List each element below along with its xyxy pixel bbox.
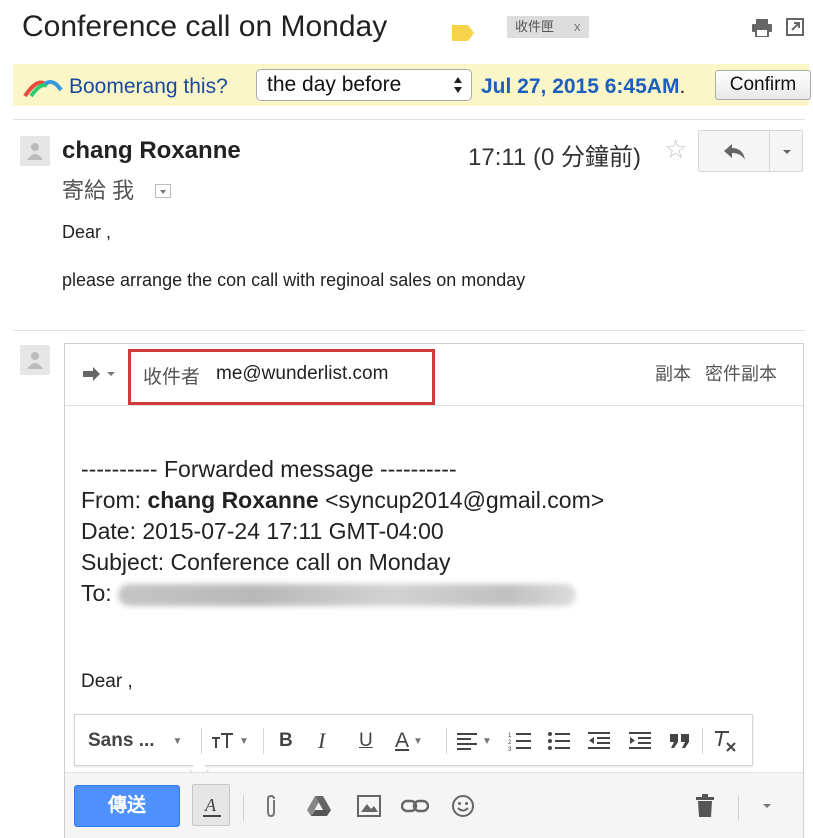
message-divider (13, 330, 805, 331)
toolbar-separator (243, 795, 244, 821)
drive-icon[interactable] (305, 793, 333, 819)
underline-icon[interactable]: U (359, 729, 373, 753)
forwarded-date: Date: 2015-07-24 17:11 GMT-04:00 (81, 518, 444, 544)
compose-box: 收件者 me@wunderlist.com 副本 密件副本 ----------… (64, 343, 804, 838)
boomerang-time-select[interactable]: the day before (256, 69, 472, 101)
new-window-icon[interactable] (786, 18, 804, 36)
boomerang-select-value: the day before (267, 73, 402, 96)
toolbar-separator (702, 728, 703, 754)
my-avatar (20, 345, 50, 375)
toolbar-separator (263, 728, 264, 754)
boomerang-logo-icon (23, 80, 63, 98)
reply-button[interactable] (698, 130, 770, 172)
message-body-line: Dear , (62, 222, 112, 242)
align-icon (457, 733, 477, 750)
trash-icon[interactable] (693, 793, 717, 819)
forwarded-header: ---------- Forwarded message ---------- (81, 456, 457, 482)
compose-recipients: 收件者 me@wunderlist.com 副本 密件副本 (65, 344, 803, 406)
label-icon[interactable] (452, 25, 474, 41)
forward-arrow-icon[interactable] (81, 364, 121, 384)
redacted-recipients (117, 583, 576, 606)
message-body-line: please arrange the con call with reginoa… (62, 270, 526, 290)
numbered-list-icon[interactable]: 123 (508, 729, 532, 753)
to-recipient[interactable]: me@wunderlist.com (216, 363, 388, 385)
inbox-label-chip: 收件匣 x (507, 16, 589, 38)
font-family-select[interactable]: Sans ... ▼ (88, 729, 182, 753)
boomerang-link[interactable]: Boomerang this? (69, 75, 228, 99)
compose-action-bar: 傳送 A (65, 772, 803, 838)
remove-formatting-icon[interactable] (713, 729, 737, 753)
formatting-toggle-icon: A (203, 795, 221, 817)
chevron-down-icon (763, 804, 771, 808)
email-subject: Conference call on Monday (22, 10, 388, 43)
person-icon (27, 352, 43, 369)
formatting-toggle-button[interactable]: A (192, 784, 230, 826)
boomerang-date-text: Jul 27, 2015 6:45AM (481, 75, 680, 98)
italic-icon[interactable]: I (318, 728, 325, 753)
toolbar-separator (738, 795, 739, 821)
recipient-line: 寄給 我 (62, 178, 135, 203)
star-icon[interactable]: ☆ (664, 134, 687, 165)
text-color-icon: A (395, 729, 410, 752)
font-size-icon (212, 733, 233, 748)
print-icon[interactable] (752, 19, 772, 37)
header-divider (13, 119, 805, 120)
boomerang-date[interactable]: Jul 27, 2015 6:45AM. (481, 75, 685, 99)
photo-icon[interactable] (355, 793, 383, 819)
chevron-down-icon (160, 190, 166, 194)
align-button[interactable]: ▼ (456, 729, 492, 753)
font-size-button[interactable]: ▼ (211, 729, 249, 753)
svg-text:A: A (204, 795, 217, 815)
indent-less-icon[interactable] (587, 729, 611, 753)
formatting-toolbar: Sans ... ▼ ▼ B I U A ▼ ▼ 123 (74, 714, 753, 766)
attach-icon[interactable] (261, 793, 281, 819)
emoji-icon[interactable] (450, 793, 476, 819)
toolbar-separator (446, 728, 447, 754)
to-label[interactable]: 收件者 (143, 362, 200, 389)
message-time: 17:11 (0 分鐘前) (468, 144, 641, 171)
reply-icon (724, 144, 745, 160)
send-button[interactable]: 傳送 (74, 785, 180, 827)
forwarded-body-line: Dear , (81, 671, 133, 692)
show-details-button[interactable] (155, 184, 171, 198)
more-options-button[interactable] (758, 793, 776, 819)
remove-label-button[interactable]: x (574, 16, 581, 38)
bold-icon[interactable]: B (279, 729, 293, 753)
cc-link[interactable]: 副本 (655, 360, 691, 386)
bulleted-list-icon[interactable] (547, 729, 571, 753)
sender-name[interactable]: chang Roxanne (62, 137, 241, 165)
svg-text:2: 2 (508, 740, 512, 746)
forwarded-from: From: chang Roxanne <syncup2014@gmail.co… (81, 487, 605, 513)
forwarded-to: To: (81, 578, 604, 609)
bcc-link[interactable]: 密件副本 (705, 360, 777, 386)
select-arrows-icon (454, 77, 462, 93)
boomerang-bar: Boomerang this? the day before Jul 27, 2… (13, 64, 811, 106)
svg-text:1: 1 (508, 733, 512, 739)
text-color-button[interactable]: A ▼ (395, 729, 423, 753)
indent-more-icon[interactable] (628, 729, 652, 753)
toolbar-separator (201, 728, 202, 754)
quote-icon[interactable] (669, 729, 691, 753)
boomerang-confirm-button[interactable]: Confirm (715, 70, 811, 100)
person-icon (27, 143, 43, 160)
forwarded-subject: Subject: Conference call on Monday (81, 549, 451, 575)
link-icon[interactable] (400, 793, 430, 819)
svg-text:3: 3 (508, 747, 512, 751)
label-chip-text: 收件匣 (515, 19, 555, 34)
sender-avatar (20, 136, 50, 166)
chevron-down-icon (783, 150, 791, 154)
more-actions-button[interactable] (769, 130, 803, 172)
forwarded-message[interactable]: ---------- Forwarded message ---------- … (81, 454, 604, 609)
